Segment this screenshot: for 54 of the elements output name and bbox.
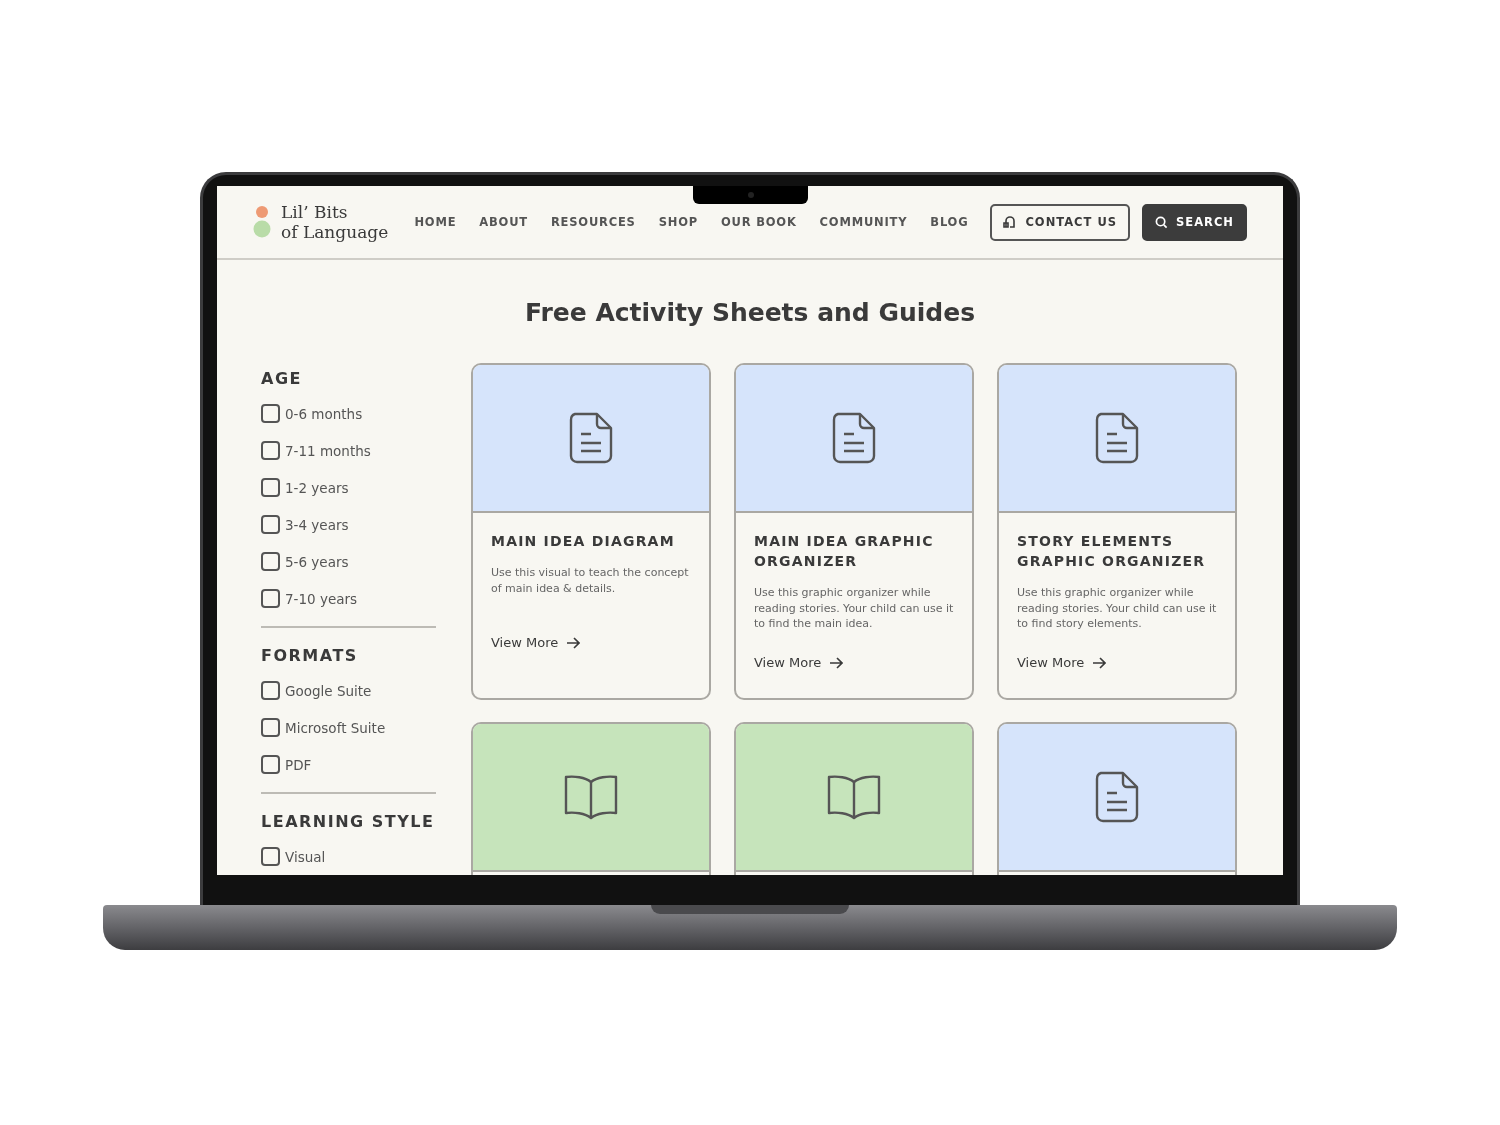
- checkbox[interactable]: [261, 552, 280, 571]
- card-title: MAIN IDEA GRAPHIC ORGANIZER: [754, 532, 935, 571]
- contact-button[interactable]: CONTACT US: [990, 203, 1131, 241]
- filter-option-label: Google Suite: [285, 682, 372, 699]
- card-description: Use this graphic organizer while reading stories. Your child can use it to find the main idea.: [754, 585, 954, 632]
- view-more-link[interactable]: View More: [1017, 655, 1107, 670]
- filter-heading: LEARNING STYLE: [261, 812, 436, 831]
- document-icon: [1095, 771, 1139, 823]
- checkbox[interactable]: [261, 755, 280, 774]
- nav-link[interactable]: BLOG: [930, 215, 969, 229]
- book-icon: [827, 774, 881, 820]
- checkbox[interactable]: [261, 478, 280, 497]
- checkbox[interactable]: [261, 718, 280, 737]
- checkbox[interactable]: [261, 515, 280, 534]
- checkbox[interactable]: [261, 681, 280, 700]
- nav-link[interactable]: OUR BOOK: [721, 215, 797, 229]
- filter-heading: FORMATS: [261, 646, 359, 665]
- filter-option-label: 7-11 months: [285, 442, 371, 459]
- card-title: MAIN IDEA DIAGRAM: [491, 532, 676, 551]
- checkbox[interactable]: [261, 441, 280, 460]
- logo-icon: [253, 205, 271, 239]
- filter-option-label: Microsoft Suite: [285, 719, 386, 736]
- card-description: Use this visual to teach the concept of main idea & details.: [491, 565, 690, 597]
- nav-link[interactable]: ABOUT: [479, 215, 528, 229]
- filter-option-label: PDF: [285, 756, 312, 773]
- view-more-link[interactable]: View More: [491, 635, 581, 650]
- arrow-right-icon: [1092, 656, 1107, 669]
- filter-option-label: 0-6 months: [285, 405, 363, 422]
- document-icon: [569, 412, 613, 464]
- arrow-right-icon: [829, 656, 844, 669]
- filter-option-label: 1-2 years: [285, 479, 349, 496]
- document-icon: [832, 412, 876, 464]
- nav-link[interactable]: HOME: [414, 215, 457, 229]
- book-icon: [564, 774, 618, 820]
- card-description: Use this graphic organizer while reading stories. Your child can use it to find story elements.: [1017, 585, 1217, 632]
- filter-heading: AGE: [261, 369, 303, 388]
- search-button[interactable]: SEARCH: [1142, 203, 1247, 241]
- checkbox[interactable]: [261, 847, 280, 866]
- page-title: Free Activity Sheets and Guides: [523, 298, 977, 327]
- checkbox[interactable]: [261, 404, 280, 423]
- filter-option-label: 3-4 years: [285, 516, 349, 533]
- nav-link[interactable]: RESOURCES: [550, 215, 636, 229]
- card-title: STORY ELEMENTS GRAPHIC ORGANIZER: [1017, 532, 1207, 571]
- filter-option-label: Visual: [285, 848, 326, 865]
- filter-option-label: 7-10 years: [285, 590, 358, 607]
- nav-link[interactable]: SHOP: [658, 215, 698, 229]
- document-icon: [1095, 412, 1139, 464]
- search-icon: [1155, 215, 1169, 229]
- view-more-link[interactable]: View More: [754, 655, 844, 670]
- site-logo-text[interactable]: Lil’ Bits of Language: [281, 202, 389, 242]
- filter-option-label: 5-6 years: [285, 553, 349, 570]
- arrow-right-icon: [566, 636, 581, 649]
- nav-link[interactable]: COMMUNITY: [819, 215, 908, 229]
- checkbox[interactable]: [261, 589, 280, 608]
